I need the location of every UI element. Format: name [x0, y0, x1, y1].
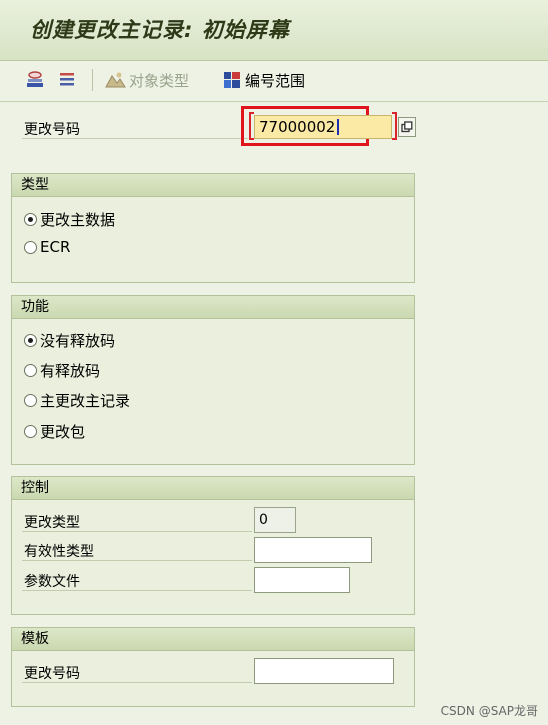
change-type-underline: [22, 531, 252, 532]
radio-label: 有释放码: [40, 362, 101, 380]
number-range-button[interactable]: 编号范围: [222, 69, 305, 91]
change-type-field: 0: [254, 507, 296, 533]
radio-change-master-data[interactable]: 更改主数据: [24, 209, 115, 230]
number-range-icon: [224, 72, 240, 88]
radio-button[interactable]: [24, 394, 37, 407]
validity-type-input[interactable]: [254, 537, 372, 563]
object-types-button[interactable]: 对象类型: [104, 69, 189, 91]
change-number-value: 77000002: [259, 118, 336, 136]
radio-label: 没有释放码: [40, 332, 116, 350]
title-bar: 创建更改主记录: 初始屏幕: [0, 0, 548, 61]
radio-with-release-key[interactable]: 有释放码: [24, 360, 100, 381]
save-draft-button[interactable]: [24, 69, 46, 91]
radio-button[interactable]: [24, 334, 37, 347]
parameter-file-underline: [22, 590, 252, 591]
toolbar-separator: [92, 69, 93, 91]
change-number-bracket-right: [392, 112, 397, 140]
radio-label: 主更改主记录: [40, 392, 131, 410]
change-number-input[interactable]: 77000002: [254, 115, 392, 139]
function-group: 功能 没有释放码 有释放码 主更改主记录 更改包: [11, 295, 415, 465]
radio-label: ECR: [40, 238, 71, 256]
application-toolbar: 对象类型 编号范围: [0, 61, 548, 102]
page-title: 创建更改主记录: 初始屏幕: [30, 18, 290, 42]
template-group: 模板 更改号码: [11, 627, 415, 707]
function-group-title: 功能: [12, 296, 414, 319]
change-number-label: 更改号码: [24, 122, 80, 138]
text-cursor: [337, 119, 340, 135]
change-type-value: 0: [259, 512, 268, 528]
radio-change-package[interactable]: 更改包: [24, 421, 85, 442]
radio-button[interactable]: [24, 425, 37, 438]
list-button[interactable]: [56, 69, 78, 91]
object-types-label: 对象类型: [129, 71, 190, 90]
radio-label: 更改主数据: [40, 211, 116, 229]
parameter-file-input[interactable]: [254, 567, 350, 593]
radio-leading-change-master[interactable]: 主更改主记录: [24, 390, 130, 411]
template-change-number-label: 更改号码: [24, 666, 80, 682]
template-change-number-underline: [22, 682, 252, 683]
validity-type-label: 有效性类型: [24, 544, 94, 560]
type-group: 类型 更改主数据 ECR: [11, 173, 415, 283]
change-number-underline: [22, 138, 248, 139]
value-help-button[interactable]: [398, 117, 416, 137]
radio-button[interactable]: [24, 364, 37, 377]
cup-stack-icon: [27, 71, 43, 87]
type-group-title: 类型: [12, 174, 414, 197]
validity-type-underline: [22, 560, 252, 561]
radio-button[interactable]: [24, 213, 37, 226]
radio-label: 更改包: [40, 423, 86, 441]
parameter-file-label: 参数文件: [24, 574, 80, 590]
template-group-title: 模板: [12, 628, 414, 651]
watermark: CSDN @SAP龙哥: [440, 704, 538, 718]
radio-no-release-key[interactable]: 没有释放码: [24, 330, 115, 351]
template-change-number-input[interactable]: [254, 658, 394, 684]
change-type-label: 更改类型: [24, 515, 80, 531]
control-group-title: 控制: [12, 477, 414, 500]
radio-ecr[interactable]: ECR: [24, 238, 70, 256]
list-lines-icon: [60, 73, 74, 86]
object-types-icon: [105, 72, 126, 88]
number-range-label: 编号范围: [245, 71, 306, 90]
radio-button[interactable]: [24, 240, 37, 254]
value-help-icon: [401, 121, 413, 133]
control-group: 控制 更改类型 0 有效性类型 参数文件: [11, 476, 415, 615]
